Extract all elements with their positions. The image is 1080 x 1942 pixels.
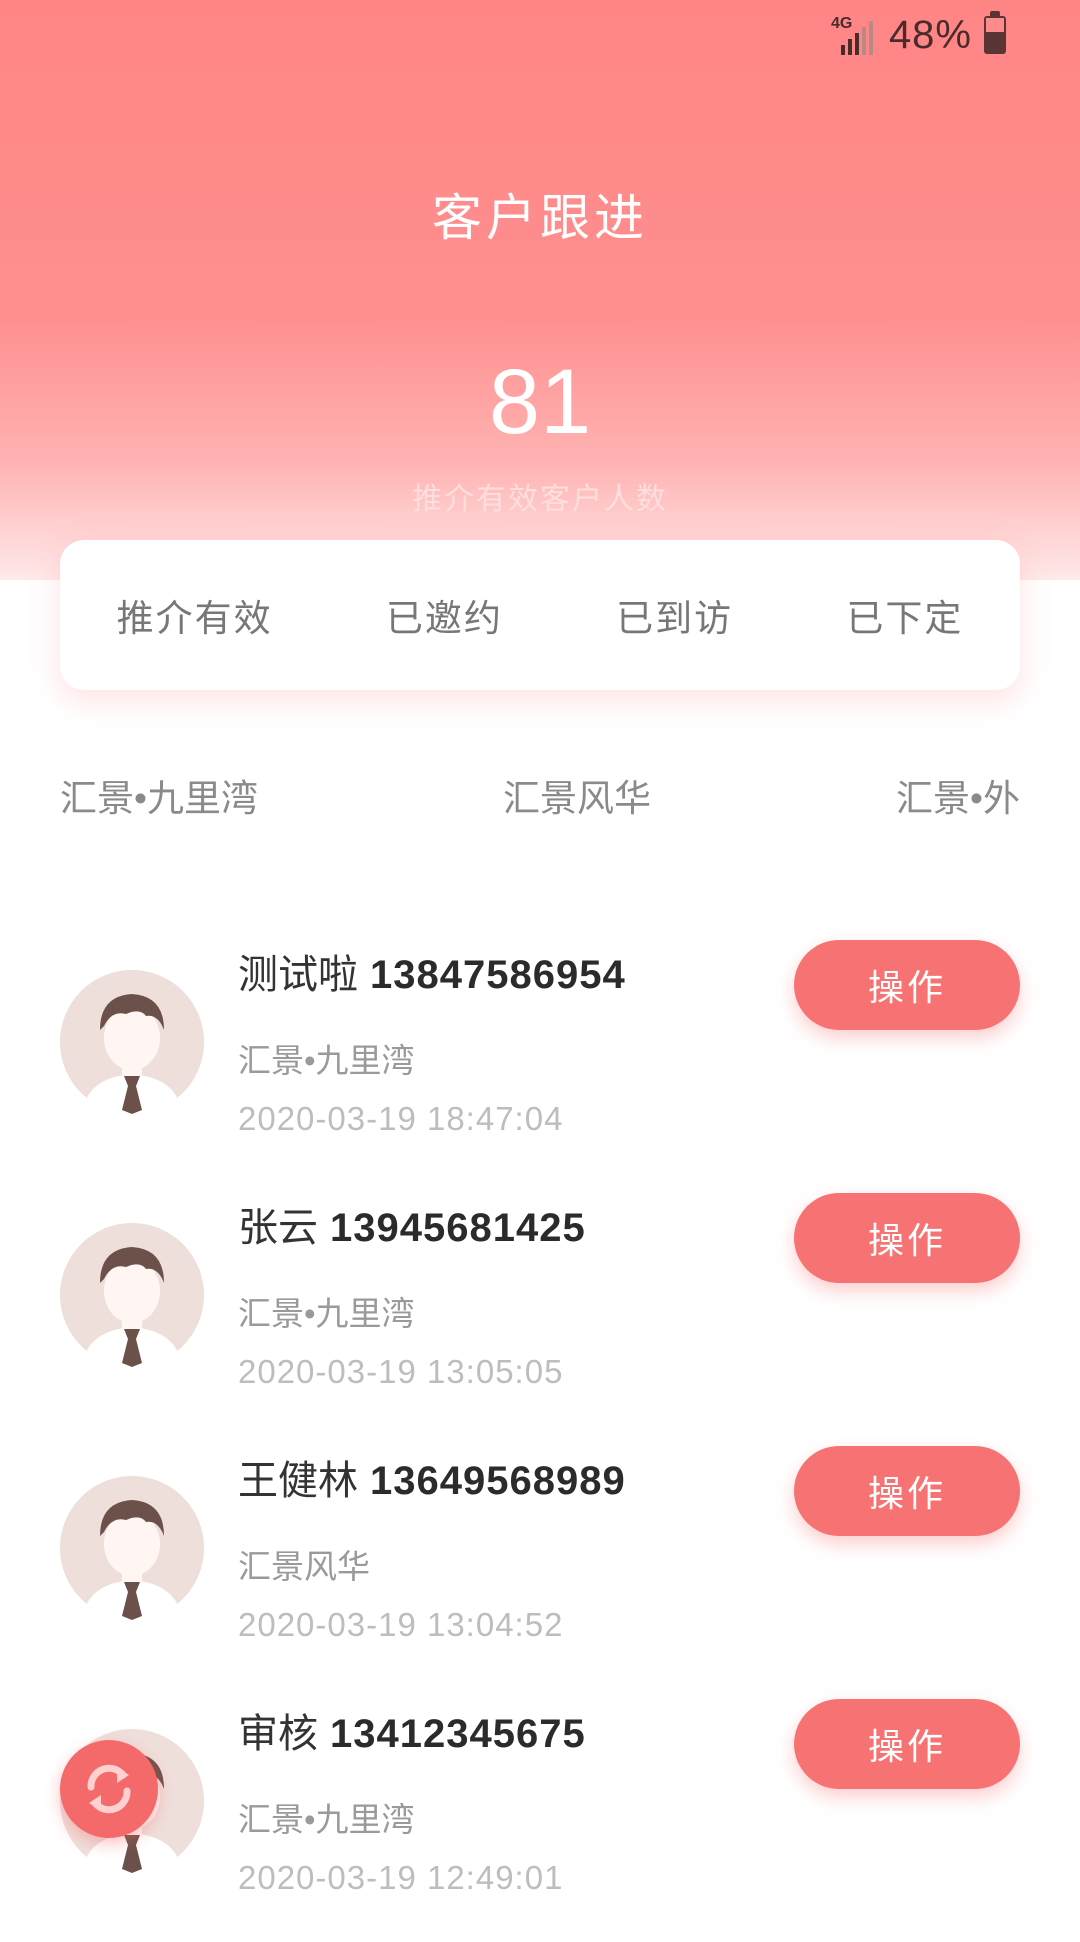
customer-project: 汇景风华	[238, 1548, 370, 1585]
list-item[interactable]: 测试啦 13847586954 汇景•九里湾 2020-03-19 18:47:0…	[0, 930, 1080, 1183]
list-item[interactable]: 王健林 13649568989 汇景风华 2020-03-19 13:04:52 …	[0, 1436, 1080, 1689]
list-item[interactable]: 审核 13412345675 汇景•九里湾 2020-03-19 12:49:01…	[0, 1689, 1080, 1942]
customer-phone: 13945681425	[330, 1206, 586, 1250]
battery-icon	[984, 11, 1006, 54]
tab-visited[interactable]: 已到访	[616, 588, 733, 642]
status-bar: 4G 48%	[780, 0, 1080, 70]
project-tab-fenghua[interactable]: 汇景风华	[503, 768, 651, 822]
user-avatar-icon	[60, 970, 204, 1114]
customer-name-phone: 王健林 13649568989	[238, 1448, 626, 1506]
customer-time: 2020-03-19 18:47:04	[238, 1100, 564, 1137]
customer-list: 测试啦 13847586954 汇景•九里湾 2020-03-19 18:47:0…	[0, 930, 1080, 1942]
customer-name: 测试啦	[238, 953, 358, 997]
operate-button[interactable]: 操作	[794, 1193, 1020, 1283]
status-filter-card: 推介有效 已邀约 已到访 已下定	[60, 540, 1020, 690]
operate-button[interactable]: 操作	[794, 1446, 1020, 1536]
customer-phone: 13649568989	[370, 1459, 626, 1503]
project-tab-jiuliwan[interactable]: 汇景•九里湾	[60, 768, 258, 822]
customer-phone: 13412345675	[330, 1712, 586, 1756]
valid-customer-count-label: 推介有效客户人数	[412, 483, 668, 516]
customer-name: 审核	[238, 1712, 318, 1756]
signal-icon: 4G	[831, 15, 877, 55]
customer-name-phone: 张云 13945681425	[238, 1195, 586, 1253]
refresh-icon	[87, 1764, 131, 1814]
customer-time: 2020-03-19 13:04:52	[238, 1606, 564, 1643]
user-avatar-icon	[60, 1476, 204, 1620]
tab-reserved[interactable]: 已下定	[846, 588, 963, 642]
customer-name-phone: 审核 13412345675	[238, 1701, 586, 1759]
customer-time: 2020-03-19 12:49:01	[238, 1859, 564, 1896]
customer-phone: 13847586954	[370, 953, 626, 997]
customer-name: 王健林	[238, 1459, 358, 1503]
valid-customer-count: 81	[488, 351, 592, 453]
page-title: 客户跟进	[432, 190, 648, 246]
header-banner: 4G 48% 客户跟进 81 推介有效客户人数	[0, 0, 1080, 580]
user-avatar-icon	[60, 1223, 204, 1367]
refresh-button[interactable]	[60, 1740, 158, 1838]
customer-time: 2020-03-19 13:05:05	[238, 1353, 564, 1390]
tab-recommended-valid[interactable]: 推介有效	[117, 588, 273, 642]
customer-project: 汇景•九里湾	[238, 1801, 415, 1838]
tab-invited[interactable]: 已邀约	[386, 588, 503, 642]
customer-project: 汇景•九里湾	[238, 1042, 415, 1079]
project-tab-wai[interactable]: 汇景•外	[896, 768, 1020, 822]
customer-name-phone: 测试啦 13847586954	[238, 942, 626, 1000]
operate-button[interactable]: 操作	[794, 940, 1020, 1030]
customer-name: 张云	[238, 1206, 318, 1250]
operate-button[interactable]: 操作	[794, 1699, 1020, 1789]
project-tab-bar: 汇景•九里湾 汇景风华 汇景•外	[60, 768, 1020, 822]
customer-project: 汇景•九里湾	[238, 1295, 415, 1332]
battery-percent: 48%	[888, 12, 972, 57]
list-item[interactable]: 张云 13945681425 汇景•九里湾 2020-03-19 13:05:05…	[0, 1183, 1080, 1436]
